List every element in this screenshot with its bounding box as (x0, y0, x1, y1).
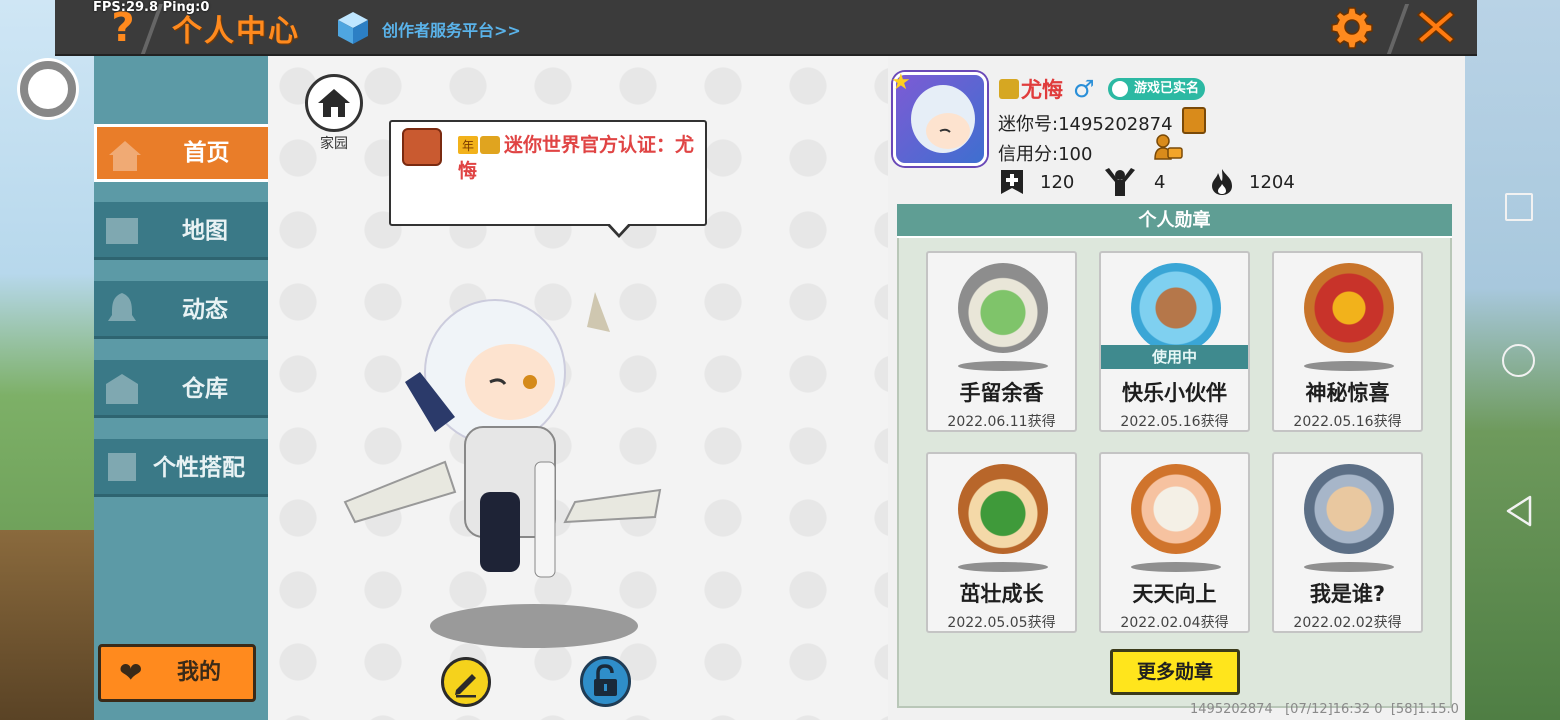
medal-name: 手留余香 (959, 381, 1044, 405)
male-icon: ♂ (1073, 75, 1095, 103)
lock-button[interactable] (580, 656, 631, 707)
mine-button-label: 我的 (177, 660, 222, 685)
medal-card[interactable]: 茁壮成长 2022.05.05获得 (926, 452, 1077, 633)
heart-icon: ❤ (119, 656, 143, 689)
medal-icon (1131, 464, 1221, 554)
medal-name: 我是谁? (1309, 582, 1386, 606)
stat-value: 120 (1040, 172, 1075, 193)
cube-icon[interactable] (336, 10, 370, 46)
medal-date: 2022.06.11获得 (947, 414, 1056, 430)
medal-pedestal (958, 562, 1048, 572)
credit-score: 信用分:100 (998, 144, 1093, 165)
back-icon[interactable] (1504, 494, 1534, 528)
sidebar-item-label: 动态 (182, 297, 228, 323)
medal-name: 快乐小伙伴 (1122, 381, 1227, 405)
medal-pedestal (1131, 562, 1221, 572)
medal-name: 茁壮成长 (959, 582, 1044, 606)
crown-icon: ★ (891, 70, 911, 95)
cheer-icon (1105, 168, 1135, 196)
map-icon (106, 218, 138, 244)
home-nav-icon[interactable] (1502, 344, 1535, 377)
medal-card[interactable]: 使用中 快乐小伙伴 2022.05.16获得 (1099, 251, 1250, 432)
medal-icon (1131, 263, 1221, 353)
plus-flag-icon (1001, 170, 1023, 194)
bell-icon (108, 293, 136, 321)
house-icon (109, 141, 141, 171)
world-block (0, 530, 94, 720)
outfit-icon (108, 453, 136, 481)
sidebar-item-label: 仓库 (182, 376, 228, 402)
medal-date: 2022.05.16获得 (1120, 414, 1229, 430)
footer-build-info: 1495202874 [07/12]16:32 0 [58]1.15.0 (1190, 702, 1459, 717)
character-shadow (430, 604, 638, 648)
sidebar-item-outfit[interactable]: 个性搭配 (94, 439, 268, 497)
medal-card[interactable]: 我是谁? 2022.02.02获得 (1272, 452, 1423, 633)
warehouse-icon (106, 374, 138, 404)
pencil-icon (455, 674, 476, 698)
verified-badge: 游戏已实名 (1108, 78, 1206, 100)
medal-card[interactable]: 天天向上 2022.02.04获得 (1099, 452, 1250, 633)
vip-year-badge-icon: 年 (458, 136, 500, 154)
sidebar-item-label: 个性搭配 (153, 455, 245, 481)
medal-card[interactable]: 神秘惊喜 2022.05.16获得 (1272, 251, 1423, 432)
recent-apps-icon[interactable] (1505, 193, 1533, 221)
sidebar-item-feed[interactable]: 动态 (94, 281, 268, 339)
player-character[interactable] (325, 232, 670, 592)
medals-header: 个人勋章 (897, 204, 1452, 238)
person-card-icon[interactable] (1153, 133, 1183, 161)
sidebar-item-home[interactable]: 首页 (94, 124, 268, 182)
sidebar-item-map[interactable]: 地图 (94, 202, 268, 260)
homeland-label: 家园 (320, 136, 348, 152)
floating-assist-button[interactable] (20, 61, 76, 117)
sidebar-item-label: 地图 (182, 218, 228, 244)
medal-icon (1304, 464, 1394, 554)
medal-date: 2022.05.16获得 (1293, 414, 1402, 430)
stat-value: 4 (1154, 172, 1166, 193)
medal-name: 神秘惊喜 (1305, 381, 1390, 405)
vip-year-label: 年 (462, 139, 474, 153)
nickname: 尤悔 (1021, 78, 1063, 102)
sidebar-item-label: 首页 (183, 140, 230, 166)
creator-platform-link[interactable]: 创作者服务平台>> (382, 17, 521, 41)
sidebar-item-warehouse[interactable]: 仓库 (94, 360, 268, 418)
more-medals-button[interactable]: 更多勋章 (1110, 649, 1240, 695)
medal-pedestal (958, 361, 1048, 371)
unlock-icon (594, 664, 617, 696)
in-use-label: 使用中 (1101, 345, 1248, 369)
medal-icon (1304, 263, 1394, 353)
mine-button[interactable]: ❤ 我的 (98, 644, 256, 702)
medal-name: 天天向上 (1132, 582, 1217, 606)
medal-date: 2022.02.02获得 (1293, 615, 1402, 631)
edit-button[interactable] (441, 657, 491, 707)
stat-value: 1204 (1249, 172, 1295, 193)
verified-label: 游戏已实名 (1134, 81, 1200, 96)
homeland-button[interactable] (305, 74, 363, 132)
flame-icon (1212, 169, 1232, 195)
medal-pedestal (1304, 361, 1394, 371)
medal-pedestal (1304, 562, 1394, 572)
medal-date: 2022.02.04获得 (1120, 615, 1229, 631)
official-avatar-icon (402, 128, 442, 166)
house-icon (318, 89, 350, 117)
copy-icon[interactable] (1182, 107, 1206, 134)
medal-icon (958, 464, 1048, 554)
vip-badge-icon (999, 79, 1019, 99)
medal-icon (958, 263, 1048, 353)
person-check-icon (1112, 81, 1128, 97)
mini-id: 迷你号:1495202874 (998, 114, 1173, 135)
medal-date: 2022.05.05获得 (947, 615, 1056, 631)
medal-card[interactable]: 手留余香 2022.06.11获得 (926, 251, 1077, 432)
fps-ping-readout: FPS:29.8 Ping:0 (93, 0, 210, 15)
gear-icon[interactable] (1330, 5, 1374, 49)
close-icon[interactable] (1414, 5, 1458, 49)
